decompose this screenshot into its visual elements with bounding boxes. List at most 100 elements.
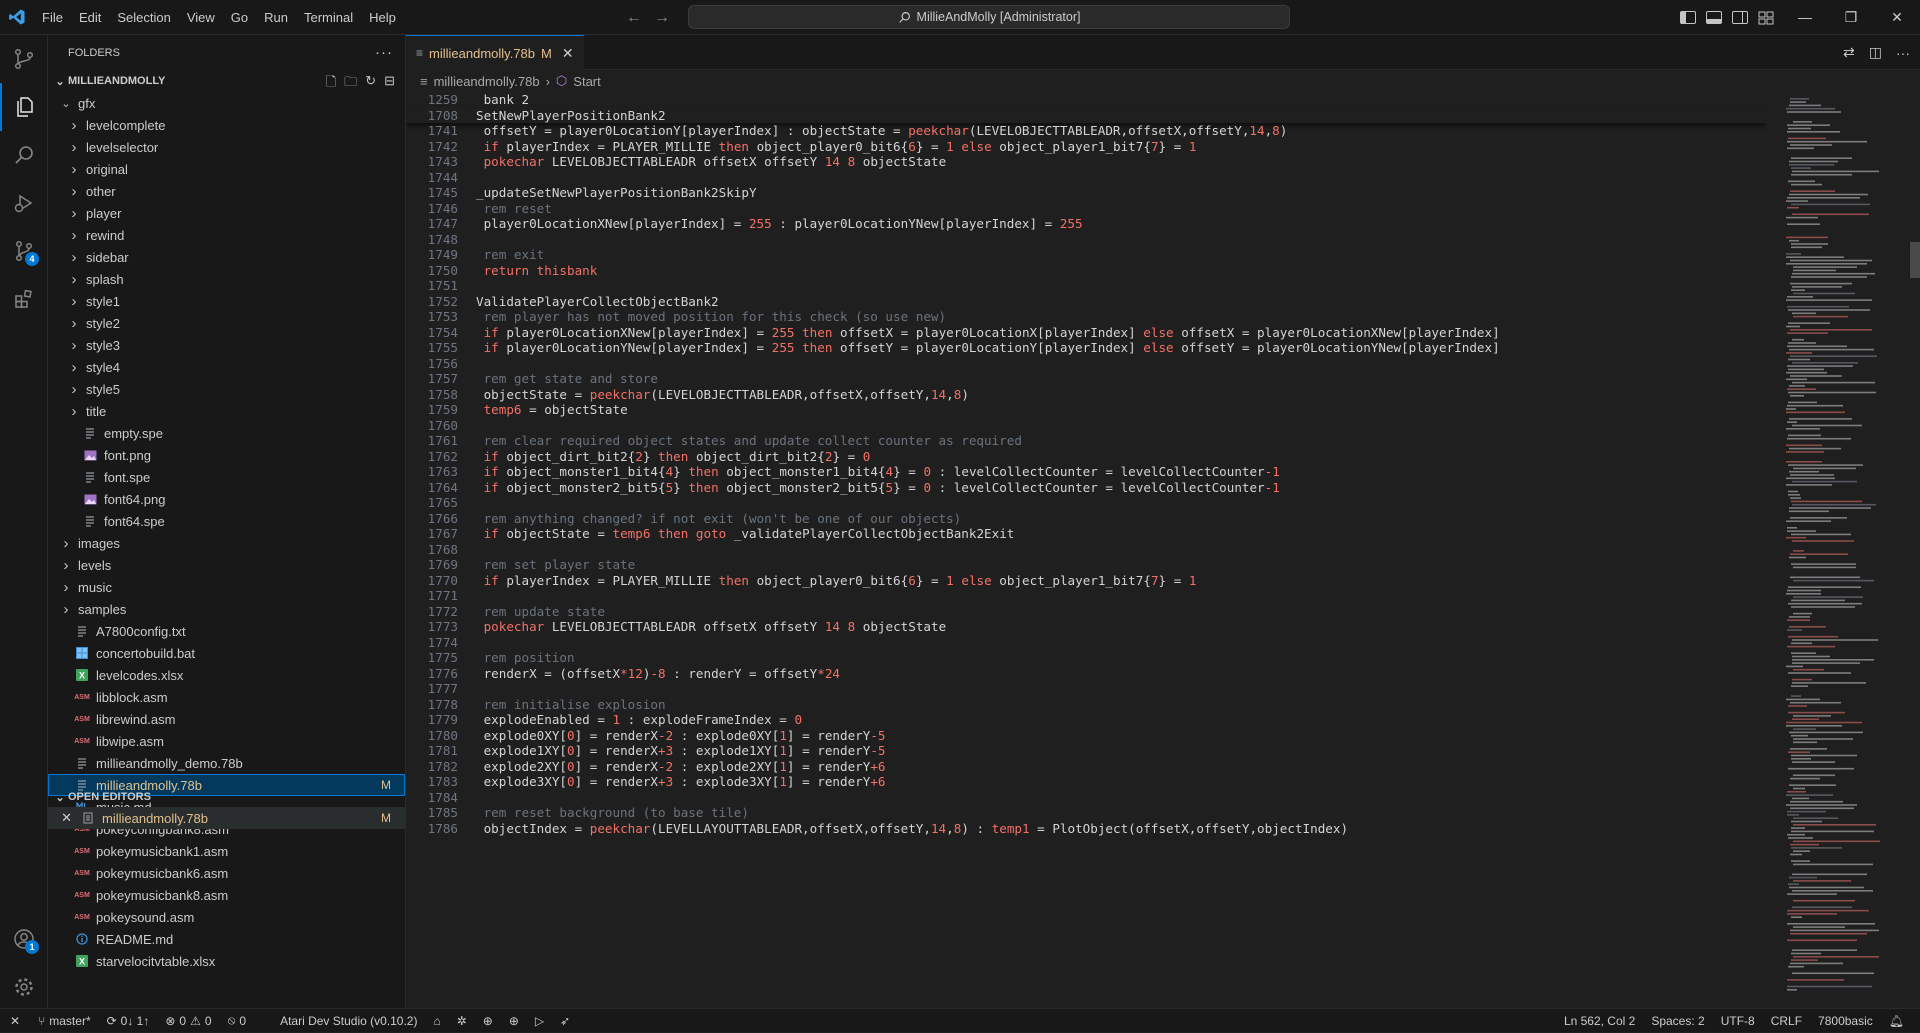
tree-item[interactable]: › levelselector	[48, 136, 405, 158]
tree-item[interactable]: › player	[48, 202, 405, 224]
menu-help[interactable]: Help	[361, 0, 404, 35]
menu-run[interactable]: Run	[256, 0, 296, 35]
tree-item[interactable]: font64.png	[48, 488, 405, 510]
more-actions-icon[interactable]: ···	[375, 44, 393, 61]
menu-view[interactable]: View	[179, 0, 223, 35]
tree-item[interactable]: › style1	[48, 290, 405, 312]
toggle-panel-icon[interactable]	[1706, 11, 1722, 24]
ports-indicator[interactable]: ⦸ 0	[220, 1013, 255, 1028]
forward-arrow-icon[interactable]: →	[654, 9, 670, 27]
code-line[interactable]: 1767 if objectState = temp6 then goto _v…	[406, 526, 1766, 542]
scrollbar-thumb[interactable]	[1910, 242, 1920, 278]
compare-changes-icon[interactable]: ⇄	[1843, 44, 1855, 61]
code-line[interactable]: 1771	[406, 588, 1766, 604]
encoding[interactable]: UTF-8	[1713, 1014, 1763, 1028]
code-line[interactable]: 1763 if object_monster1_bit4{4} then obj…	[406, 464, 1766, 480]
code-line[interactable]: 1770 if playerIndex = PLAYER_MILLIE then…	[406, 573, 1766, 589]
code-line[interactable]: 1773 pokechar LEVELOBJECTTABLEADR offset…	[406, 619, 1766, 635]
code-line[interactable]: 1778 rem initialise explosion	[406, 697, 1766, 713]
tree-item[interactable]: › images	[48, 532, 405, 554]
code-line[interactable]: 1746 rem reset	[406, 201, 1766, 217]
tree-item[interactable]: › style5	[48, 378, 405, 400]
code-line[interactable]: 1745 _updateSetNewPlayerPositionBank2Skip…	[406, 185, 1766, 201]
breadcrumb-symbol[interactable]: Start	[573, 74, 600, 89]
split-editor-icon[interactable]: ◫	[1869, 44, 1882, 61]
tree-item[interactable]: millieandmolly_demo.78b	[48, 752, 405, 774]
minimize-icon[interactable]: —	[1782, 0, 1828, 35]
back-arrow-icon[interactable]: ←	[626, 9, 642, 27]
code-line[interactable]: 1766 rem anything changed? if not exit (…	[406, 511, 1766, 527]
sticky-scroll-line[interactable]: 1259 bank 2	[406, 92, 1766, 108]
minimap[interactable]	[1784, 92, 1920, 1008]
tree-item[interactable]: › style2	[48, 312, 405, 334]
close-tab-icon[interactable]: ✕	[562, 45, 574, 62]
tab-millieandmolly[interactable]: ≡ millieandmolly.78b M ✕	[406, 35, 584, 70]
rocket-icon[interactable]: ➶	[552, 1014, 578, 1028]
close-icon[interactable]: ✕	[1874, 0, 1920, 35]
code-line[interactable]: 1751	[406, 278, 1766, 294]
code-line[interactable]: 1784	[406, 790, 1766, 806]
code-line[interactable]: 1758 objectState = peekchar(LEVELOBJECTT…	[406, 387, 1766, 403]
remote-icon[interactable]: ✕	[0, 1014, 30, 1028]
tree-item[interactable]: ASM libwipe.asm	[48, 730, 405, 752]
code-line[interactable]: 1741 offsetY = player0LocationY[playerIn…	[406, 123, 1766, 139]
tree-item[interactable]: ⌄ gfx	[48, 92, 405, 114]
source-control-graph-icon[interactable]	[0, 35, 48, 83]
branch-indicator[interactable]: ⑂ master*	[30, 1014, 99, 1028]
tree-item[interactable]: › sidebar	[48, 246, 405, 268]
tree-item[interactable]: › levelcomplete	[48, 114, 405, 136]
close-editor-icon[interactable]: ✕	[48, 810, 80, 826]
code-line[interactable]: 1760	[406, 418, 1766, 434]
tree-item[interactable]: › splash	[48, 268, 405, 290]
indentation[interactable]: Spaces: 2	[1643, 1014, 1712, 1028]
run-debug-icon[interactable]	[0, 179, 48, 227]
code-line[interactable]: 1754 if player0LocationXNew[playerIndex]…	[406, 325, 1766, 341]
tree-item[interactable]: ASM pokeysound.asm	[48, 906, 405, 928]
tree-item[interactable]: › other	[48, 180, 405, 202]
tree-item[interactable]: › style4	[48, 356, 405, 378]
code-line[interactable]: 1759 temp6 = objectState	[406, 402, 1766, 418]
code-line[interactable]: 1780 explode0XY[0] = renderX-2 : explode…	[406, 728, 1766, 744]
code-line[interactable]: 1742 if playerIndex = PLAYER_MILLIE then…	[406, 139, 1766, 155]
code-line[interactable]: 1762 if object_dirt_bit2{2} then object_…	[406, 449, 1766, 465]
tree-item[interactable]: Xlevelcodes.xlsx	[48, 664, 405, 686]
tree-item[interactable]: › title	[48, 400, 405, 422]
toggle-secondary-sidebar-icon[interactable]	[1732, 11, 1748, 24]
tree-item[interactable]: font64.spe	[48, 510, 405, 532]
code-line[interactable]: 1761 rem clear required object states an…	[406, 433, 1766, 449]
restore-icon[interactable]: ❐	[1828, 0, 1874, 35]
tree-item[interactable]: ASM librewind.asm	[48, 708, 405, 730]
code-line[interactable]: 1781 explode1XY[0] = renderX+3 : explode…	[406, 743, 1766, 759]
code-line[interactable]: 1748	[406, 232, 1766, 248]
menu-file[interactable]: File	[34, 0, 71, 35]
code-line[interactable]: 1753 rem player has not moved position f…	[406, 309, 1766, 325]
code-line[interactable]: 1768	[406, 542, 1766, 558]
code-line[interactable]: 1779 explodeEnabled = 1 : explodeFrameIn…	[406, 712, 1766, 728]
tree-item[interactable]: › style3	[48, 334, 405, 356]
menu-selection[interactable]: Selection	[109, 0, 178, 35]
tree-item[interactable]: › music	[48, 576, 405, 598]
sticky-scroll-line[interactable]: 1708 SetNewPlayerPositionBank2	[406, 107, 1766, 123]
tree-item[interactable]: › samples	[48, 598, 405, 620]
breadcrumb-file[interactable]: millieandmolly.78b	[434, 74, 540, 89]
code-line[interactable]: 1757 rem get state and store	[406, 371, 1766, 387]
tree-item[interactable]: ASM libblock.asm	[48, 686, 405, 708]
sync-indicator[interactable]: ⟳ 0↓ 1↑	[99, 1014, 158, 1028]
explorer-icon[interactable]	[0, 83, 48, 131]
extension-status[interactable]: Atari Dev Studio (v0.10.2)	[254, 1014, 425, 1028]
code-line[interactable]: 1785 rem reset background (to base tile)	[406, 805, 1766, 821]
menu-terminal[interactable]: Terminal	[296, 0, 361, 35]
code-line[interactable]: 1772 rem update state	[406, 604, 1766, 620]
customize-layout-icon[interactable]	[1758, 11, 1774, 25]
code-line[interactable]: 1783 explode3XY[0] = renderX+3 : explode…	[406, 774, 1766, 790]
code-line[interactable]: 1775 rem position	[406, 650, 1766, 666]
tree-item[interactable]: empty.spe	[48, 422, 405, 444]
open-editors-header[interactable]: ⌄ OPEN EDITORS	[48, 786, 405, 808]
tree-item[interactable]: font.png	[48, 444, 405, 466]
source-control-icon[interactable]: 4	[0, 227, 48, 275]
tree-item[interactable]: ASM pokeymusicbank6.asm	[48, 862, 405, 884]
language-mode[interactable]: 7800basic	[1810, 1014, 1881, 1028]
tree-item[interactable]: concertobuild.bat	[48, 642, 405, 664]
code-line[interactable]: 1765	[406, 495, 1766, 511]
globe-icon[interactable]: ⊕	[475, 1014, 501, 1028]
